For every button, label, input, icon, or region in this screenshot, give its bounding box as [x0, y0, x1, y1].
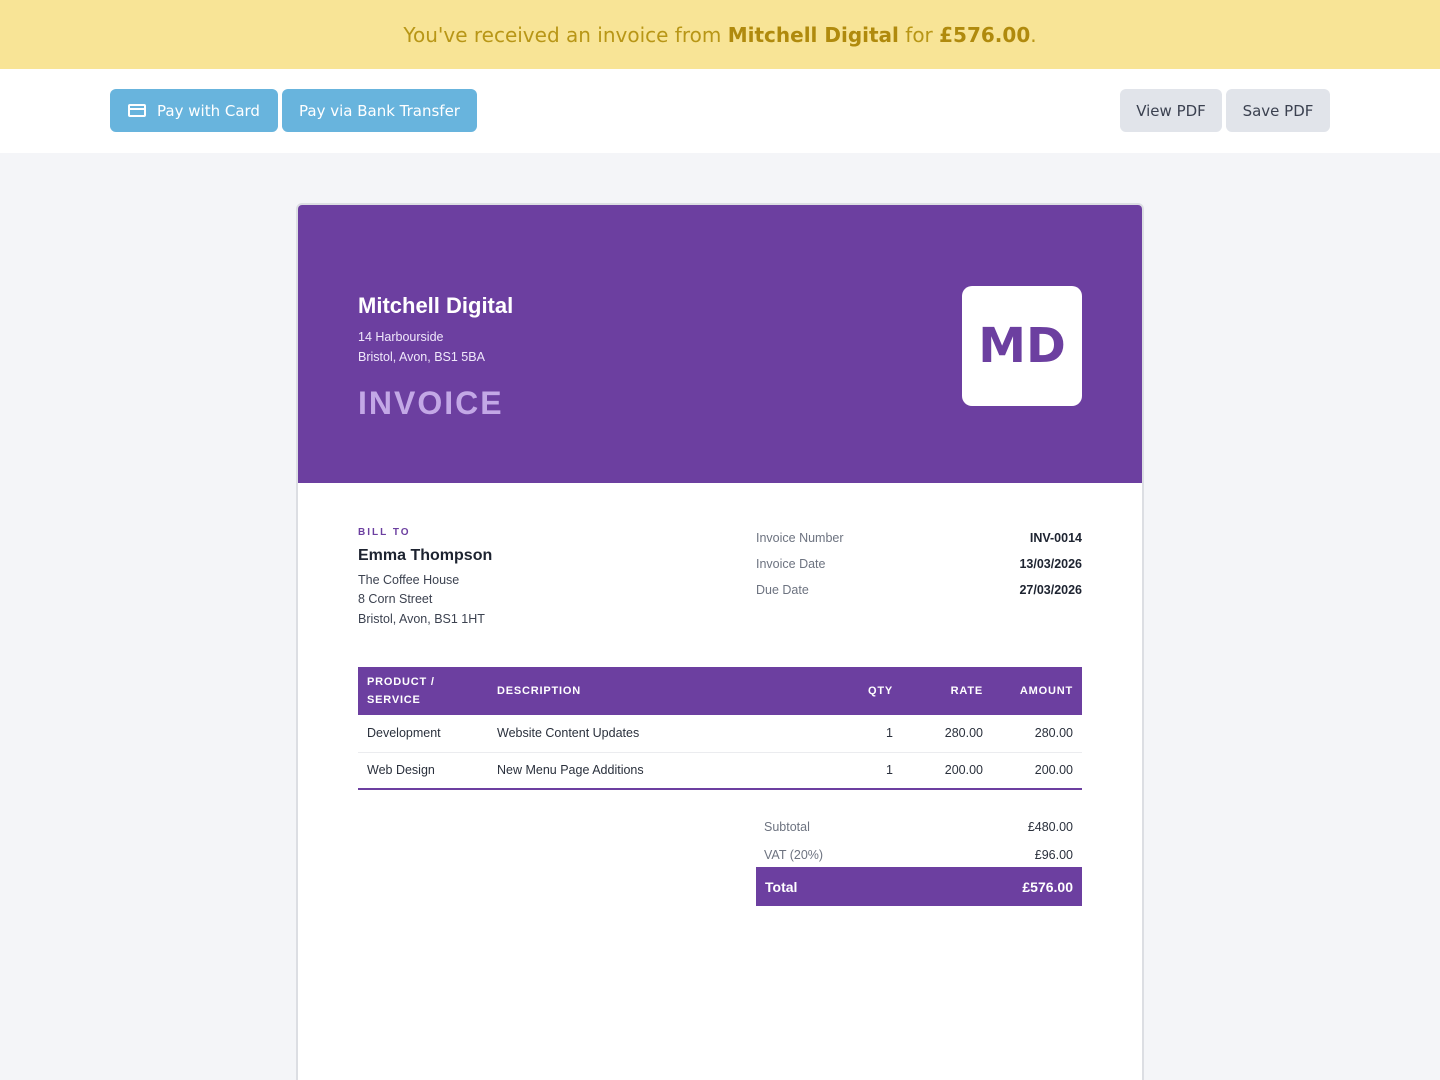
- vat-value: £96.00: [1034, 848, 1073, 862]
- item-qty: 1: [842, 752, 902, 790]
- column-header-product-line: PRODUCT /: [367, 676, 435, 688]
- line-items-table: PRODUCT / SERVICE DESCRIPTION QTY RATE A…: [358, 667, 1082, 790]
- action-toolbar: Pay with Card Pay via Bank Transfer View…: [0, 69, 1440, 153]
- item-qty: 1: [842, 715, 902, 753]
- vat-label: VAT (20%): [764, 848, 824, 862]
- company-address-line: 14 Harbourside: [358, 330, 444, 344]
- save-pdf-button[interactable]: Save PDF: [1226, 89, 1330, 132]
- item-amount: 280.00: [992, 715, 1082, 753]
- banner-prefix: You've received an invoice from: [403, 22, 728, 47]
- item-product: Web Design: [358, 752, 488, 790]
- view-pdf-button[interactable]: View PDF: [1120, 89, 1222, 132]
- column-header-rate: RATE: [902, 667, 992, 715]
- invoice-number-value: INV-0014: [1029, 531, 1082, 545]
- banner-middle: for: [898, 22, 940, 47]
- company-name: Mitchell Digital: [358, 293, 514, 318]
- item-product: Development: [358, 715, 488, 753]
- item-rate: 200.00: [902, 752, 992, 790]
- pay-via-bank-transfer-button[interactable]: Pay via Bank Transfer: [282, 89, 477, 132]
- subtotal-value: £480.00: [1027, 820, 1073, 834]
- client-name: Emma Thompson: [358, 547, 493, 564]
- invoice-document: Mitchell Digital 14 Harbourside Bristol,…: [296, 203, 1144, 1080]
- invoice-date-value: 13/03/2026: [1019, 557, 1082, 571]
- credit-card-icon: [128, 104, 147, 117]
- column-header-description: DESCRIPTION: [488, 667, 842, 715]
- item-description: Website Content Updates: [488, 715, 842, 753]
- company-logo: MD: [962, 286, 1082, 406]
- column-header-amount: AMOUNT: [992, 667, 1082, 715]
- due-date-value: 27/03/2026: [1019, 583, 1082, 597]
- client-address-line: 8 Corn Street: [358, 592, 433, 606]
- total-value: £576.00: [1022, 878, 1073, 895]
- banner-amount: £576.00: [939, 22, 1031, 47]
- column-header-qty: QTY: [842, 667, 902, 715]
- subtotal-label: Subtotal: [764, 820, 810, 834]
- table-row: Web Design New Menu Page Additions 1 200…: [358, 752, 1082, 790]
- table-header-row: PRODUCT / SERVICE DESCRIPTION QTY RATE A…: [358, 667, 1082, 715]
- save-pdf-label: Save PDF: [1242, 101, 1314, 120]
- company-address-line: Bristol, Avon, BS1 5BA: [358, 350, 485, 364]
- invoice-number-label: Invoice Number: [756, 531, 844, 545]
- total-row: Total £576.00: [756, 867, 1082, 906]
- banner-suffix: .: [1030, 22, 1037, 47]
- invoice-notification-banner: You've received an invoice from Mitchell…: [0, 0, 1440, 69]
- pay-with-card-button[interactable]: Pay with Card: [110, 89, 278, 132]
- invoice-header: Mitchell Digital 14 Harbourside Bristol,…: [298, 205, 1142, 483]
- client-address-line: Bristol, Avon, BS1 1HT: [358, 612, 485, 626]
- due-date-label: Due Date: [756, 583, 809, 597]
- bill-to-label: BILL TO: [358, 527, 411, 538]
- pay-with-card-label: Pay with Card: [157, 101, 260, 120]
- invoice-title: INVOICE: [358, 385, 504, 421]
- item-amount: 200.00: [992, 752, 1082, 790]
- client-address-line: The Coffee House: [358, 573, 460, 587]
- invoice-date-label: Invoice Date: [756, 557, 826, 571]
- banner-company: Mitchell Digital: [727, 22, 899, 47]
- pay-via-bank-label: Pay via Bank Transfer: [299, 101, 460, 120]
- view-pdf-label: View PDF: [1136, 101, 1206, 120]
- column-header-product: PRODUCT / SERVICE: [358, 667, 488, 715]
- table-row: Development Website Content Updates 1 28…: [358, 715, 1082, 753]
- total-label: Total: [765, 878, 798, 895]
- column-header-product-line: SERVICE: [367, 694, 421, 706]
- item-rate: 280.00: [902, 715, 992, 753]
- item-description: New Menu Page Additions: [488, 752, 842, 790]
